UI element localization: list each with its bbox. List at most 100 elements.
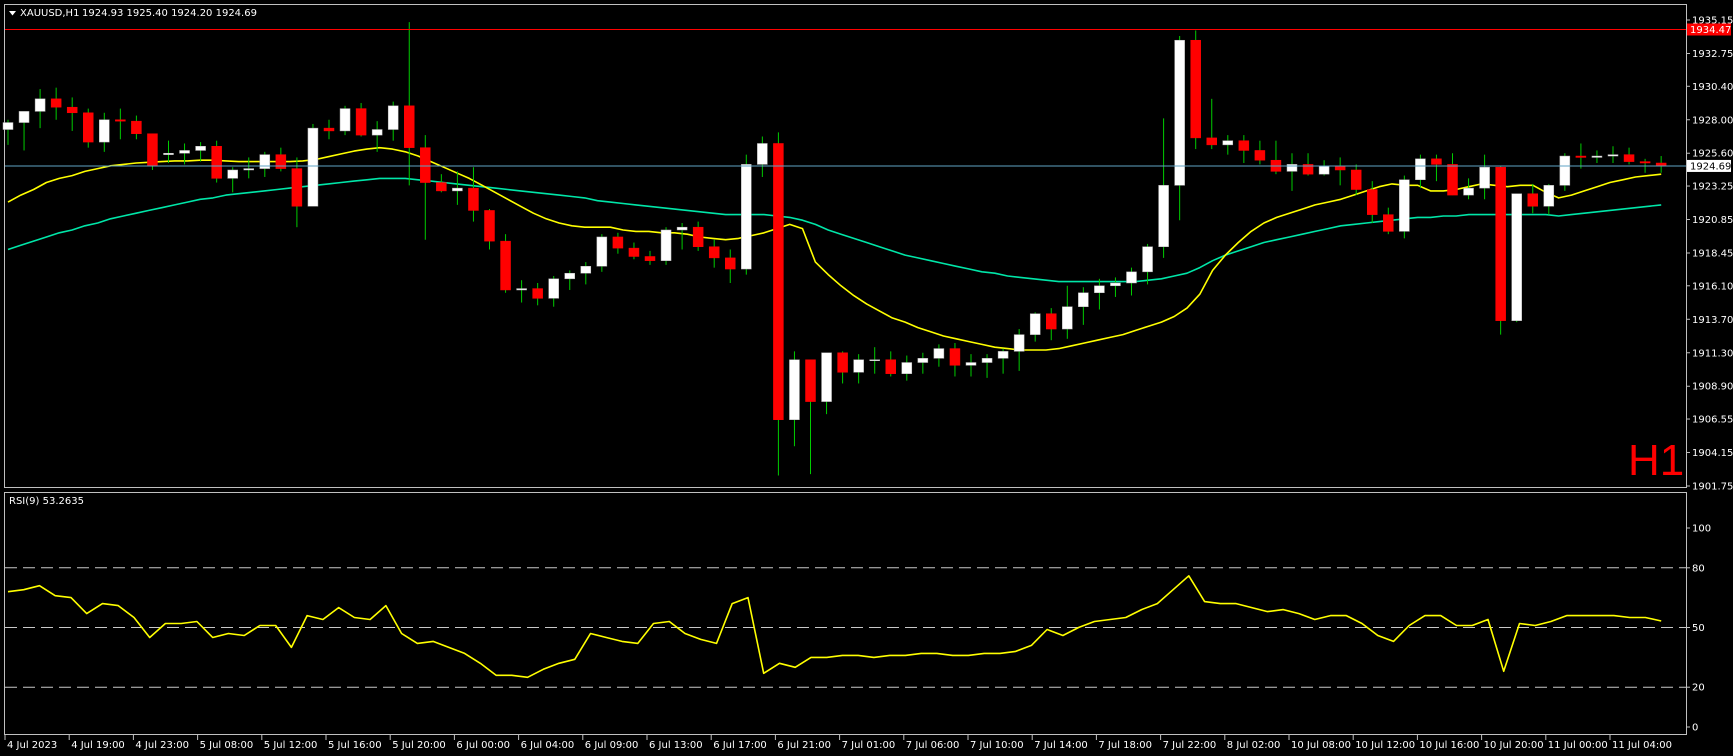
bear-candle[interactable] <box>1190 39 1201 139</box>
bull-candle[interactable] <box>1062 306 1073 330</box>
bull-candle[interactable] <box>195 146 206 151</box>
bull-candle[interactable] <box>901 362 913 374</box>
bull-candle[interactable] <box>1511 193 1522 321</box>
bear-candle[interactable] <box>323 127 335 132</box>
bear-candle[interactable] <box>692 226 704 247</box>
bear-candle[interactable] <box>147 133 158 167</box>
bull-candle[interactable] <box>741 164 752 270</box>
bull-candle[interactable] <box>789 359 800 420</box>
bull-candle[interactable] <box>1463 187 1474 196</box>
bull-candle[interactable] <box>99 119 110 143</box>
bull-candle[interactable] <box>179 150 190 154</box>
bull-candle[interactable] <box>933 348 945 359</box>
bear-candle[interactable] <box>404 105 415 148</box>
bear-candle[interactable] <box>1527 193 1538 207</box>
symbol-label[interactable]: XAUUSD,H1 <box>20 8 79 19</box>
bear-candle[interactable] <box>291 168 303 207</box>
bear-candle[interactable] <box>885 359 896 374</box>
bull-candle[interactable] <box>18 111 30 123</box>
bear-candle[interactable] <box>1575 155 1587 158</box>
bull-candle[interactable] <box>452 187 463 192</box>
bear-candle[interactable] <box>1254 150 1266 161</box>
bear-candle[interactable] <box>708 246 720 259</box>
bear-candle[interactable] <box>628 247 640 257</box>
bull-candle[interactable] <box>757 143 768 165</box>
bull-candle[interactable] <box>676 226 688 231</box>
bear-candle[interactable] <box>50 98 62 108</box>
bull-candle[interactable] <box>1479 166 1490 189</box>
bull-candle[interactable] <box>387 105 399 130</box>
bull-candle[interactable] <box>227 169 238 179</box>
bull-candle[interactable] <box>371 129 383 136</box>
bull-candle[interactable] <box>965 362 977 366</box>
bear-candle[interactable] <box>420 147 431 183</box>
bear-candle[interactable] <box>1238 140 1250 151</box>
bull-candle[interactable] <box>1415 158 1426 181</box>
bull-candle[interactable] <box>596 236 608 267</box>
bull-candle[interactable] <box>1318 165 1330 175</box>
bear-candle[interactable] <box>468 187 479 211</box>
bear-candle[interactable] <box>949 348 961 366</box>
bear-candle[interactable] <box>644 256 656 261</box>
bear-candle[interactable] <box>1639 161 1651 164</box>
bull-candle[interactable] <box>339 108 351 132</box>
bull-candle[interactable] <box>1174 39 1185 186</box>
bear-candle[interactable] <box>725 257 736 270</box>
bear-candle[interactable] <box>1367 189 1378 215</box>
bear-candle[interactable] <box>837 352 848 373</box>
bull-candle[interactable] <box>580 266 592 274</box>
bull-candle[interactable] <box>1029 313 1041 335</box>
bull-candle[interactable] <box>1399 179 1410 232</box>
bull-candle[interactable] <box>821 352 832 402</box>
bull-candle[interactable] <box>1222 140 1234 146</box>
bull-candle[interactable] <box>1126 271 1137 284</box>
bull-candle[interactable] <box>1110 282 1121 287</box>
bear-candle[interactable] <box>532 288 543 299</box>
bull-candle[interactable] <box>869 359 880 361</box>
bear-candle[interactable] <box>1623 154 1635 162</box>
bear-candle[interactable] <box>805 359 816 402</box>
bull-candle[interactable] <box>917 358 929 363</box>
bear-candle[interactable] <box>1495 166 1506 321</box>
bull-candle[interactable] <box>981 358 993 363</box>
bear-candle[interactable] <box>211 146 222 179</box>
bull-candle[interactable] <box>1013 334 1025 352</box>
bear-candle[interactable] <box>1383 214 1394 232</box>
bull-candle[interactable] <box>34 98 46 112</box>
bear-candle[interactable] <box>1655 162 1667 167</box>
bull-candle[interactable] <box>307 127 319 207</box>
bear-candle[interactable] <box>115 119 126 122</box>
bull-candle[interactable] <box>1142 246 1153 273</box>
bull-candle[interactable] <box>163 152 174 155</box>
bull-candle[interactable] <box>1591 155 1603 158</box>
bull-candle[interactable] <box>564 272 575 280</box>
bull-candle[interactable] <box>516 288 527 291</box>
bear-candle[interactable] <box>66 106 78 114</box>
bull-candle[interactable] <box>2 122 14 130</box>
bull-candle[interactable] <box>243 168 254 171</box>
bull-candle[interactable] <box>1078 292 1089 307</box>
price-panel[interactable] <box>4 4 1687 488</box>
bear-candle[interactable] <box>1350 169 1362 190</box>
bear-candle[interactable] <box>773 143 784 420</box>
bull-candle[interactable] <box>997 351 1009 359</box>
bear-candle[interactable] <box>436 182 447 192</box>
bear-candle[interactable] <box>612 236 624 249</box>
bear-candle[interactable] <box>275 154 287 169</box>
bear-candle[interactable] <box>500 240 511 291</box>
bear-candle[interactable] <box>83 112 94 143</box>
bull-candle[interactable] <box>1607 154 1619 157</box>
bull-candle[interactable] <box>1559 155 1571 186</box>
rsi-panel[interactable] <box>4 492 1687 735</box>
bear-candle[interactable] <box>131 120 142 134</box>
bull-candle[interactable] <box>660 229 672 261</box>
bull-candle[interactable] <box>1094 285 1105 294</box>
bear-candle[interactable] <box>1206 137 1217 146</box>
bull-candle[interactable] <box>1543 185 1555 207</box>
bear-candle[interactable] <box>355 108 367 136</box>
bull-candle[interactable] <box>1158 185 1169 247</box>
bear-candle[interactable] <box>1447 164 1458 196</box>
bear-candle[interactable] <box>484 210 495 242</box>
bull-candle[interactable] <box>853 359 864 373</box>
bear-candle[interactable] <box>1046 313 1057 330</box>
